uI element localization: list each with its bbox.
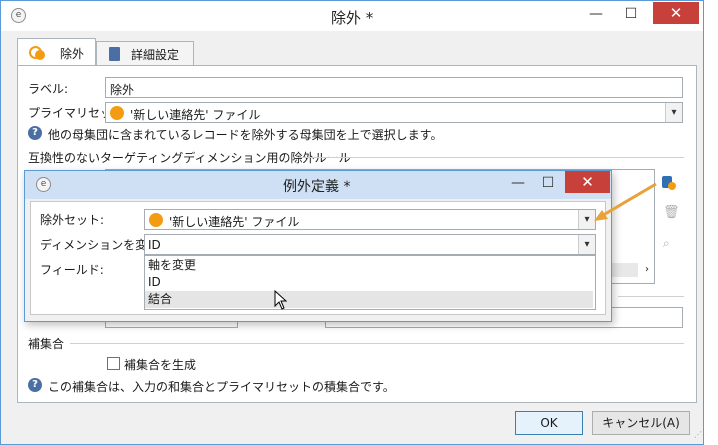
window-title: 除外 * [331,9,374,27]
tab-exclusion-label: 除外 [60,47,85,61]
help-icon: ? [28,378,42,392]
list-item[interactable]: 軸を変更 [145,257,593,274]
mouse-cursor-icon [274,290,288,310]
resize-grip[interactable]: ⋰ [694,431,702,439]
section-divider-2 [618,296,684,297]
tab-advanced-label: 詳細設定 [131,48,180,62]
search-icon[interactable]: ⌕ [663,236,675,250]
close-button[interactable]: ✕ [653,2,699,24]
complement-heading: 補集合 [28,337,65,351]
app-icon: e [36,177,51,192]
ok-button[interactable]: OK [515,411,583,435]
help-text-primary: 他の母集団に含まれているレコードを除外する母集団を上で選択します。 [48,128,443,142]
label-input-value: 除外 [110,83,135,97]
label-input[interactable]: 除外 [105,77,683,98]
primary-set-select[interactable]: '新しい連絡先' ファイル ▾ [105,102,683,123]
app-icon: e [11,8,26,23]
population-icon [149,213,163,227]
field-caption: フィールド: [40,263,104,277]
dialog-title-bar[interactable]: e 例外定義 * — ☐ ✕ [25,171,611,199]
scroll-right-icon[interactable]: › [640,263,654,277]
maximize-button[interactable]: ☐ [616,3,646,25]
help-icon: ? [28,126,42,140]
exclusion-set-select[interactable]: '新しい連絡先' ファイル ▾ [144,209,596,230]
dialog-title: 例外定義 * [283,179,351,195]
primary-set-value: '新しい連絡先' ファイル [130,108,261,122]
add-rule-icon[interactable] [661,174,676,190]
section-divider [298,157,684,158]
delete-icon[interactable]: 🗑 [663,205,680,220]
complement-checkbox[interactable] [107,357,120,370]
list-item-highlighted[interactable]: 結合 [145,291,593,308]
clipboard-icon [109,47,120,61]
complement-help-text: この補集合は、入力の和集合とプライマリセットの積集合です。 [48,380,395,394]
chevron-down-icon[interactable]: ▾ [578,235,595,254]
minimize-button[interactable]: — [581,3,611,25]
list-item[interactable]: ID [145,274,593,291]
chevron-down-icon[interactable]: ▾ [665,103,682,122]
exclusion-set-caption: 除外セット: [40,213,105,227]
dialog-body: 除外セット: '新しい連絡先' ファイル ▾ ディメンションを変更: ID ▾ … [30,201,606,315]
tab-advanced-settings[interactable]: 詳細設定 [96,41,194,67]
change-dimension-value: ID [148,238,161,252]
dimension-dropdown-list[interactable]: 軸を変更 ID 結合 [144,255,596,310]
change-dimension-select[interactable]: ID ▾ [144,234,596,255]
complement-divider [70,343,684,344]
population-icon [110,106,124,120]
title-bar[interactable]: e 除外 * — ☐ ✕ [1,1,703,31]
complement-checkbox-label: 補集合を生成 [124,358,197,372]
exclusion-set-value: '新しい連絡先' ファイル [169,215,300,229]
exception-definition-dialog: e 例外定義 * — ☐ ✕ 除外セット: '新しい連絡先' ファイル ▾ ディ… [24,170,612,322]
exclusion-icon-fill [35,50,45,60]
callout-arrow-icon [594,182,657,221]
label-caption: ラベル: [28,82,69,96]
cancel-button[interactable]: キャンセル(A) [592,411,690,435]
dialog-minimize-button[interactable]: — [503,172,533,194]
tab-exclusion[interactable]: 除外 [17,38,96,66]
dialog-maximize-button[interactable]: ☐ [533,172,563,194]
